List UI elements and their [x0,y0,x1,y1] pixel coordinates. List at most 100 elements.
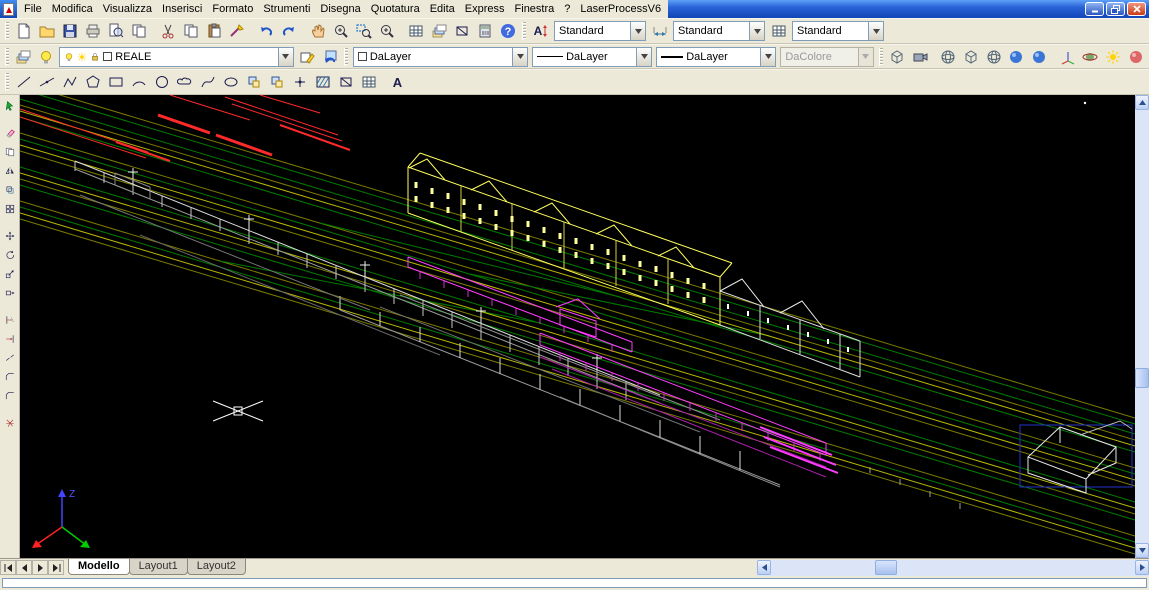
menu-item-visualizza[interactable]: Visualizza [98,1,157,17]
tool-palettes-button[interactable] [450,20,473,42]
menu-item-help[interactable]: ? [559,1,575,17]
break-button[interactable] [1,349,19,367]
horizontal-scroll-track[interactable] [771,560,1135,576]
array-button[interactable] [1,200,19,218]
properties-button[interactable] [404,20,427,42]
pan-button[interactable] [306,20,329,42]
dim-style-button[interactable] [648,20,671,42]
dropdown-button[interactable] [749,22,764,40]
ucs-toolbar-button[interactable] [1056,46,1079,68]
previous-tab-button[interactable] [16,560,32,575]
restore-button[interactable] [1106,2,1125,16]
toolbar-grip[interactable] [5,48,9,66]
make-block-button[interactable] [265,71,288,93]
extend-button[interactable] [1,330,19,348]
ellipse-button[interactable] [219,71,242,93]
point-button[interactable] [288,71,311,93]
match-properties-button[interactable] [225,20,248,42]
horizontal-scrollbar[interactable] [757,560,1149,576]
menu-item-modifica[interactable]: Modifica [47,1,98,17]
table-button[interactable] [357,71,380,93]
select-button[interactable] [1,97,19,115]
shade-3d-wireframe-button[interactable] [960,46,983,68]
named-views-button[interactable] [886,46,909,68]
dropdown-button[interactable] [760,48,775,66]
layer-properties-button[interactable] [12,46,35,68]
color-combo[interactable]: DaLayer [353,47,528,67]
tab-layout2[interactable]: Layout2 [187,559,246,575]
dropdown-button[interactable] [630,22,645,40]
scroll-down-button[interactable] [1135,543,1149,558]
redo-button[interactable] [277,20,300,42]
last-tab-button[interactable] [48,560,64,575]
scroll-up-button[interactable] [1135,95,1149,110]
vertical-scroll-thumb[interactable] [1135,368,1149,388]
rotate-button[interactable] [1,246,19,264]
save-button[interactable] [58,20,81,42]
revision-cloud-button[interactable] [173,71,196,93]
first-tab-button[interactable] [0,560,16,575]
spline-button[interactable] [196,71,219,93]
zoom-window-button[interactable] [352,20,375,42]
scale-button[interactable] [1,265,19,283]
menu-item-disegna[interactable]: Disegna [315,1,365,17]
construction-line-button[interactable] [35,71,58,93]
insert-block-button[interactable] [242,71,265,93]
toolbar-grip[interactable] [522,22,526,40]
text-style-combo[interactable]: Standard [554,21,646,41]
erase-button[interactable] [1,124,19,142]
polyline-button[interactable] [58,71,81,93]
layer-states-button[interactable] [35,46,58,68]
line-button[interactable] [12,71,35,93]
menu-item-finestra[interactable]: Finestra [510,1,560,17]
make-object-layer-current-button[interactable] [296,46,319,68]
new-button[interactable] [12,20,35,42]
explode-button[interactable] [1,414,19,432]
horizontal-scroll-thumb[interactable] [875,560,897,575]
copy-button[interactable] [179,20,202,42]
polygon-button[interactable] [81,71,104,93]
toolbar-grip[interactable] [5,22,9,40]
light-button[interactable] [1102,46,1125,68]
trim-button[interactable] [1,311,19,329]
shade-gouraud-button[interactable] [1028,46,1051,68]
mirror-button[interactable] [1,162,19,180]
next-tab-button[interactable] [32,560,48,575]
menu-item-laserprocess[interactable]: LaserProcessV6 [575,1,666,17]
menu-item-express[interactable]: Express [460,1,510,17]
shade-2d-wireframe-button[interactable] [937,46,960,68]
shade-hidden-button[interactable] [982,46,1005,68]
modify-copy-button[interactable] [1,143,19,161]
camera-view-button[interactable] [909,46,932,68]
linetype-combo[interactable]: DaLayer [532,47,652,67]
dropdown-button[interactable] [636,48,651,66]
dropdown-button[interactable] [868,22,883,40]
toolbar-grip[interactable] [344,48,348,66]
circle-button[interactable] [150,71,173,93]
zoom-realtime-button[interactable] [329,20,352,42]
table-style-combo[interactable]: Standard [792,21,884,41]
move-button[interactable] [1,227,19,245]
offset-button[interactable] [1,181,19,199]
menu-item-strumenti[interactable]: Strumenti [258,1,315,17]
zoom-previous-button[interactable] [375,20,398,42]
minimize-button[interactable] [1085,2,1104,16]
plot-button[interactable] [81,20,104,42]
chamfer-button[interactable] [1,368,19,386]
mtext-button[interactable]: A [386,71,409,93]
scroll-right-button[interactable] [1135,560,1149,575]
scroll-left-button[interactable] [757,560,771,575]
lineweight-combo[interactable]: DaLayer [656,47,776,67]
menu-item-file[interactable]: File [19,1,47,17]
drawing-viewport[interactable]: Z [20,95,1135,558]
cut-button[interactable] [156,20,179,42]
dropdown-button[interactable] [278,48,293,66]
text-style-button[interactable] [529,20,552,42]
3d-orbit-button[interactable] [1079,46,1102,68]
open-button[interactable] [35,20,58,42]
table-style-button[interactable] [767,20,790,42]
vertical-scrollbar[interactable] [1135,95,1149,558]
render-button[interactable] [1124,46,1147,68]
layer-combo[interactable]: REALE [59,47,293,67]
command-line-input[interactable] [2,578,1147,588]
